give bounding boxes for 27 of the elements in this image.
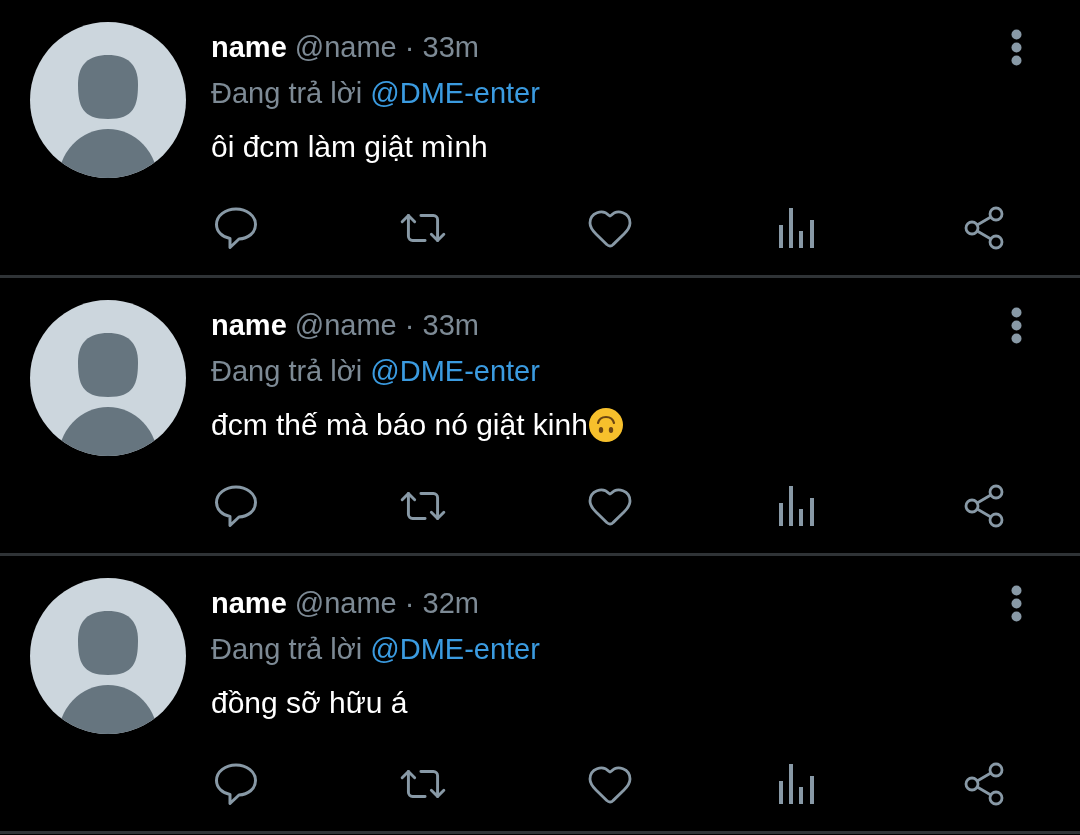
handle-and-time: @name · 32m: [294, 586, 479, 621]
display-name: name: [211, 308, 287, 343]
display-name: name: [211, 30, 287, 65]
more-vertical-icon: [1010, 584, 1022, 622]
more-vertical-icon: [1010, 28, 1022, 66]
default-avatar-icon: [30, 22, 186, 178]
speech-bubble-icon: [214, 485, 258, 527]
mention-link[interactable]: @DME-enter: [370, 633, 540, 665]
reply-context: Đang trả lời @DME-enter: [211, 354, 540, 389]
reply-context: Đang trả lời @DME-enter: [211, 632, 540, 667]
reply-context: Đang trả lời @DME-enter: [211, 76, 540, 111]
display-name: name: [211, 586, 287, 621]
tweet-text: đồng sỡ hữu á: [211, 685, 408, 721]
tweet-text: đcm thế mà báo nó giật kinh: [211, 407, 588, 443]
speech-bubble-icon: [214, 763, 258, 805]
default-avatar-icon: [30, 300, 186, 456]
bar-chart-icon: [779, 764, 815, 804]
bar-chart-icon: [779, 208, 815, 248]
mention-link[interactable]: @DME-enter: [370, 355, 540, 387]
default-avatar-icon: [30, 578, 186, 734]
tweet-text: ôi đcm làm giật mình: [211, 129, 488, 165]
speech-bubble-icon: [214, 207, 258, 249]
bar-chart-icon: [779, 486, 815, 526]
handle-and-time: @name · 33m: [294, 30, 479, 65]
more-vertical-icon: [1010, 306, 1022, 344]
handle-and-time: @name · 33m: [294, 308, 479, 343]
mention-link[interactable]: @DME-enter: [370, 77, 540, 109]
